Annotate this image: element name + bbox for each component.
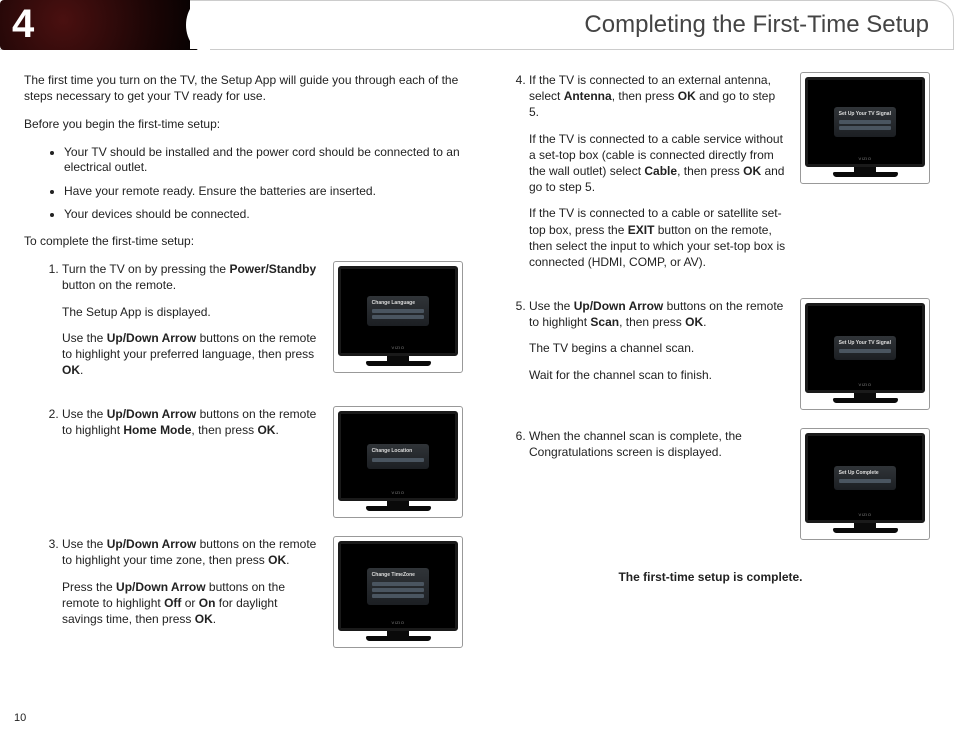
step-1: Turn the TV on by pressing the Power/Sta… — [62, 261, 463, 388]
step-4: If the TV is connected to an external an… — [529, 72, 930, 280]
page-title: Completing the First-Time Setup — [190, 0, 954, 49]
tv-screenshot-5: Set Up Your TV SignalVIZIO — [800, 298, 930, 410]
tv-screenshot-6: Set Up CompleteVIZIO — [800, 428, 930, 540]
tv-screenshot-1: Change LanguageVIZIO — [333, 261, 463, 373]
bullet: Your TV should be installed and the powe… — [64, 145, 463, 176]
page-content: The first time you turn on the TV, the S… — [0, 50, 954, 666]
tv-screenshot-4: Set Up Your TV SignalVIZIO — [800, 72, 930, 184]
bullet: Your devices should be connected. — [64, 207, 463, 223]
tv-screenshot-2: Change LocationVIZIO — [333, 406, 463, 518]
step-6: When the channel scan is complete, the C… — [529, 428, 930, 540]
steps-left: Turn the TV on by pressing the Power/Sta… — [24, 261, 463, 648]
intro-p3: To complete the first-time setup: — [24, 233, 463, 249]
chapter-number: 4 — [0, 0, 210, 50]
tv-screenshot-3: Change TimeZoneVIZIO — [333, 536, 463, 648]
bullet: Have your remote ready. Ensure the batte… — [64, 184, 463, 200]
left-column: The first time you turn on the TV, the S… — [24, 72, 463, 666]
step-3: Use the Up/Down Arrow buttons on the rem… — [62, 536, 463, 648]
step-5: Use the Up/Down Arrow buttons on the rem… — [529, 298, 930, 410]
intro-p1: The first time you turn on the TV, the S… — [24, 72, 463, 104]
step-2: Use the Up/Down Arrow buttons on the rem… — [62, 406, 463, 518]
setup-complete-message: The first-time setup is complete. — [491, 570, 930, 584]
page-number: 10 — [14, 712, 26, 724]
right-column: If the TV is connected to an external an… — [491, 72, 930, 666]
steps-right: If the TV is connected to an external an… — [491, 72, 930, 540]
page-header: 4 Completing the First-Time Setup — [0, 0, 954, 50]
intro-p2: Before you begin the first-time setup: — [24, 116, 463, 132]
intro-bullets: Your TV should be installed and the powe… — [24, 145, 463, 223]
